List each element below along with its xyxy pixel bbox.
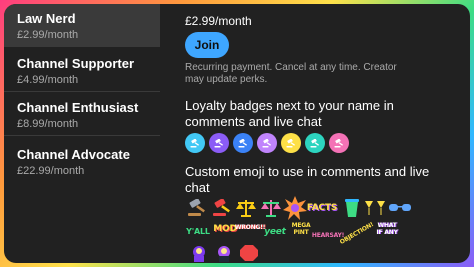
tier-detail-price: £2.99/month: [185, 14, 252, 28]
gavel-badge-icon: [305, 133, 325, 153]
gavel-badge-icon: [257, 133, 277, 153]
custom-emoji-title: Custom emoji to use in comments and live…: [185, 164, 430, 195]
gavel-emoji-icon: [185, 197, 209, 219]
gavel-guy-emoji-icon: [187, 242, 211, 263]
tier-price: £4.99/month: [17, 74, 79, 86]
hearsay-emoji: HEARSAY!: [311, 231, 345, 239]
gavel-badge-icon: [233, 133, 253, 153]
recurring-note: Recurring payment. Cancel at any time. C…: [185, 62, 397, 85]
tier-price: £2.99/month: [17, 29, 79, 41]
gavel-badge-icon: [185, 133, 205, 153]
sunglasses-emoji-icon: [388, 197, 412, 219]
wrong-emoji: WRONG!!: [234, 223, 266, 231]
objection-emoji: OBJECTION!: [338, 220, 376, 246]
scales-of-justice-pink-emoji-icon: [259, 197, 283, 219]
coffee-cup-emoji-icon: [340, 197, 364, 219]
red-gavel-emoji-icon: [210, 197, 234, 219]
tier-price: £22.99/month: [17, 165, 85, 177]
gavel-badge-icon: [329, 133, 349, 153]
tier-channel-supporter[interactable]: Channel Supporter £4.99/month: [4, 49, 160, 92]
tier-name: Channel Enthusiast: [17, 100, 139, 115]
loyalty-badges-title: Loyalty badges next to your name in comm…: [185, 98, 394, 129]
stop-sign-emoji-icon: [237, 242, 261, 263]
tier-channel-advocate[interactable]: Channel Advocate £22.99/month: [4, 140, 160, 182]
yall-emoji: Y'ALL: [186, 226, 210, 236]
tier-name: Channel Supporter: [17, 56, 135, 71]
tier-list: Law Nerd £2.99/month Channel Supporter £…: [4, 4, 160, 263]
tier-name: Law Nerd: [17, 11, 76, 26]
tier-name: Channel Advocate: [17, 147, 130, 162]
tier-channel-enthusiast[interactable]: Channel Enthusiast £8.99/month: [4, 93, 160, 136]
cocktail-glasses-emoji-icon: [363, 197, 387, 219]
mega-pint-emoji: MEGA PINT: [291, 222, 311, 236]
yeet-emoji: yeet: [264, 226, 286, 237]
tier-details: £2.99/month Join Recurring payment. Canc…: [172, 4, 464, 263]
mod-emoji: MOD: [213, 223, 237, 234]
judge-emoji-icon: [212, 242, 236, 263]
join-button[interactable]: Join: [185, 32, 229, 58]
facts-emoji: FACTS: [306, 202, 338, 213]
gavel-badge-icon: [281, 133, 301, 153]
gavel-badge-icon: [209, 133, 229, 153]
tier-price: £8.99/month: [17, 118, 79, 130]
membership-panel: Law Nerd £2.99/month Channel Supporter £…: [4, 4, 470, 263]
what-if-any-emoji: WHAT IF ANY: [376, 222, 398, 236]
tier-law-nerd[interactable]: Law Nerd £2.99/month: [4, 4, 160, 47]
